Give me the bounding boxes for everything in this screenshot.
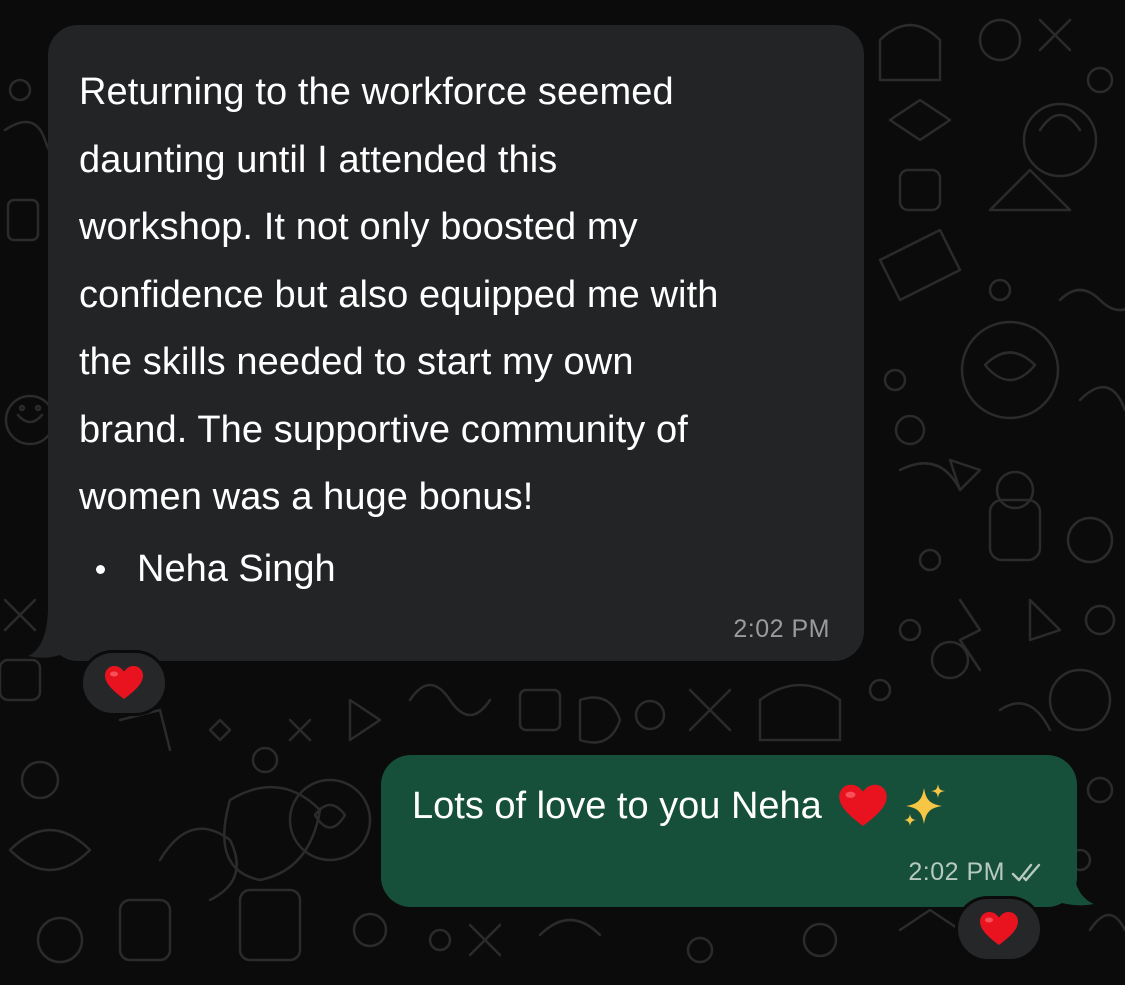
message-line: the skills needed to start my own [79,341,634,383]
bullet-icon [96,565,105,575]
incoming-message-reaction[interactable] [80,650,168,716]
red-heart-emoji-icon [980,912,1018,945]
message-line: women was a huge bonus! [79,476,534,518]
message-line: brand. The supportive community of [79,408,688,451]
double-check-icon [1011,863,1041,881]
outgoing-message-status: 2:02 PM [908,858,1047,887]
message-line: daunting until I attended this [79,138,558,181]
outgoing-message-text: Lots of love to you Neha [412,778,948,834]
incoming-message-text: Returning to the workforce seemed daunti… [79,59,834,532]
bullet-text: Neha Singh [137,548,336,590]
outgoing-message-time: 2:02 PM [908,858,1005,886]
message-line: Returning to the workforce seemed [79,71,674,113]
outgoing-message-bubble[interactable]: Lots of love to you Neha 2:02 PM [381,755,1077,907]
outgoing-text: Lots of love to you Neha [412,785,822,827]
bullet-list-item: Neha Singh [96,536,336,604]
message-line: workshop. It not only boosted my [79,206,638,248]
chat-screen: { "colors": { "background": "#0b0b0b", "… [0,0,1125,985]
message-line: confidence but also equipped me with [79,273,719,316]
incoming-message-time: 2:02 PM [733,615,830,643]
red-heart-emoji-icon [105,666,143,699]
red-heart-emoji-icon [839,784,887,826]
sparkles-emoji-icon [903,784,945,826]
incoming-message-bubble[interactable]: Returning to the workforce seemed daunti… [48,25,864,661]
outgoing-message-reaction[interactable] [955,896,1043,962]
